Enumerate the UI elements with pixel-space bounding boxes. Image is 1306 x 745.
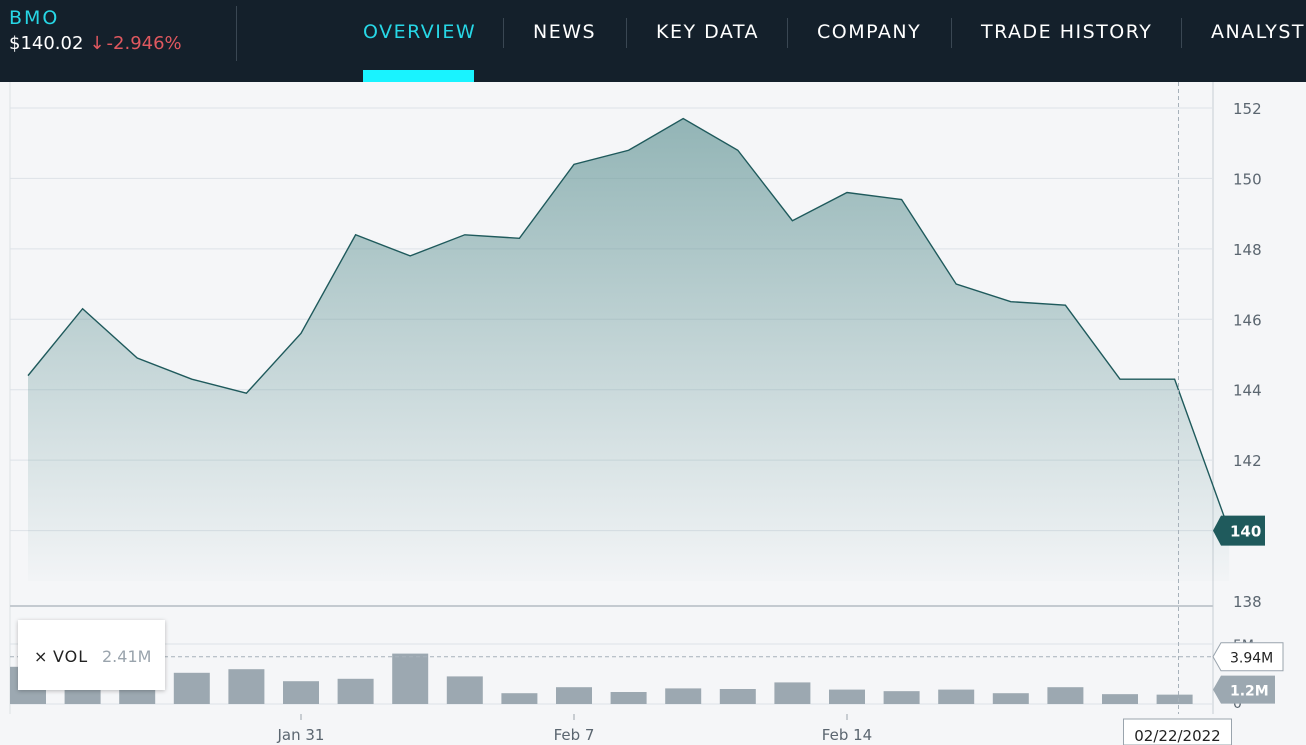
volume-bar (283, 681, 319, 704)
volume-bar (1047, 687, 1084, 704)
volume-bar (719, 689, 756, 704)
price-area (28, 118, 1230, 582)
tab-divider (626, 18, 627, 48)
volume-bar (228, 669, 265, 704)
volume-bar (1156, 694, 1193, 704)
volume-bar (883, 691, 920, 704)
volume-bar (173, 672, 210, 704)
top-bar: BMO $140.02 ↓ -2.946% OVERVIEW NEWS KEY DA… (0, 0, 1306, 82)
tab-news[interactable]: NEWS (533, 21, 596, 43)
tab-divider (951, 18, 952, 48)
price-tick-label: 148 (1233, 241, 1262, 259)
tab-divider (1181, 18, 1182, 48)
ticker-symbol: BMO (9, 7, 60, 29)
price-tick-label: 142 (1233, 452, 1262, 470)
volume-bar (446, 676, 483, 704)
price-tick-label: 146 (1233, 311, 1262, 329)
last-volume-label: 1.2M (1230, 684, 1269, 700)
volume-legend-label: VOL (53, 647, 89, 666)
volume-bar (610, 692, 647, 704)
ticker-summary: BMO $140.02 ↓ -2.946% (9, 7, 182, 55)
last-price-label: 140 (1230, 523, 1261, 541)
volume-bar (829, 689, 865, 704)
price-volume-chart[interactable]: 1521501481461441421401381405M03.94M1.2MJ… (0, 82, 1306, 745)
volume-legend-value: 2.41M (102, 647, 152, 666)
tab-analyst[interactable]: ANALYST (1211, 21, 1305, 43)
price-tick-label: 152 (1233, 100, 1262, 118)
active-tab-indicator (363, 70, 474, 82)
volume-bar (938, 689, 975, 704)
header-divider (236, 6, 237, 61)
x-tick-label: Jan 31 (277, 726, 325, 744)
tab-divider (503, 18, 504, 48)
x-tick-label: Feb 14 (822, 726, 872, 744)
volume-bar (337, 678, 374, 704)
tab-trade-history[interactable]: TRADE HISTORY (981, 21, 1152, 43)
price-tick-label: 138 (1233, 593, 1262, 611)
x-tick-label: Feb 7 (554, 726, 595, 744)
last-price: $140.02 (9, 33, 84, 54)
tab-divider (787, 18, 788, 48)
tab-key-data[interactable]: KEY DATA (656, 21, 759, 43)
volume-bar (665, 688, 702, 704)
volume-bar (992, 693, 1029, 704)
volume-bar (1102, 694, 1138, 704)
volume-bar (774, 682, 811, 704)
crosshair-date-label: 02/22/2022 (1134, 727, 1220, 745)
close-volume-icon[interactable]: × (34, 647, 47, 666)
tab-company[interactable]: COMPANY (817, 21, 921, 43)
crosshair-volume-label: 3.94M (1230, 651, 1273, 667)
volume-bar (501, 693, 538, 704)
price-tick-label: 150 (1233, 170, 1262, 188)
price-tick-label: 144 (1233, 382, 1262, 400)
volume-bar (392, 653, 429, 704)
tab-overview[interactable]: OVERVIEW (363, 21, 476, 43)
down-arrow-icon: ↓ (89, 33, 105, 54)
volume-bar (556, 687, 592, 704)
price-change-percent: -2.946% (106, 33, 182, 54)
volume-legend: × VOL 2.41M (18, 620, 165, 690)
